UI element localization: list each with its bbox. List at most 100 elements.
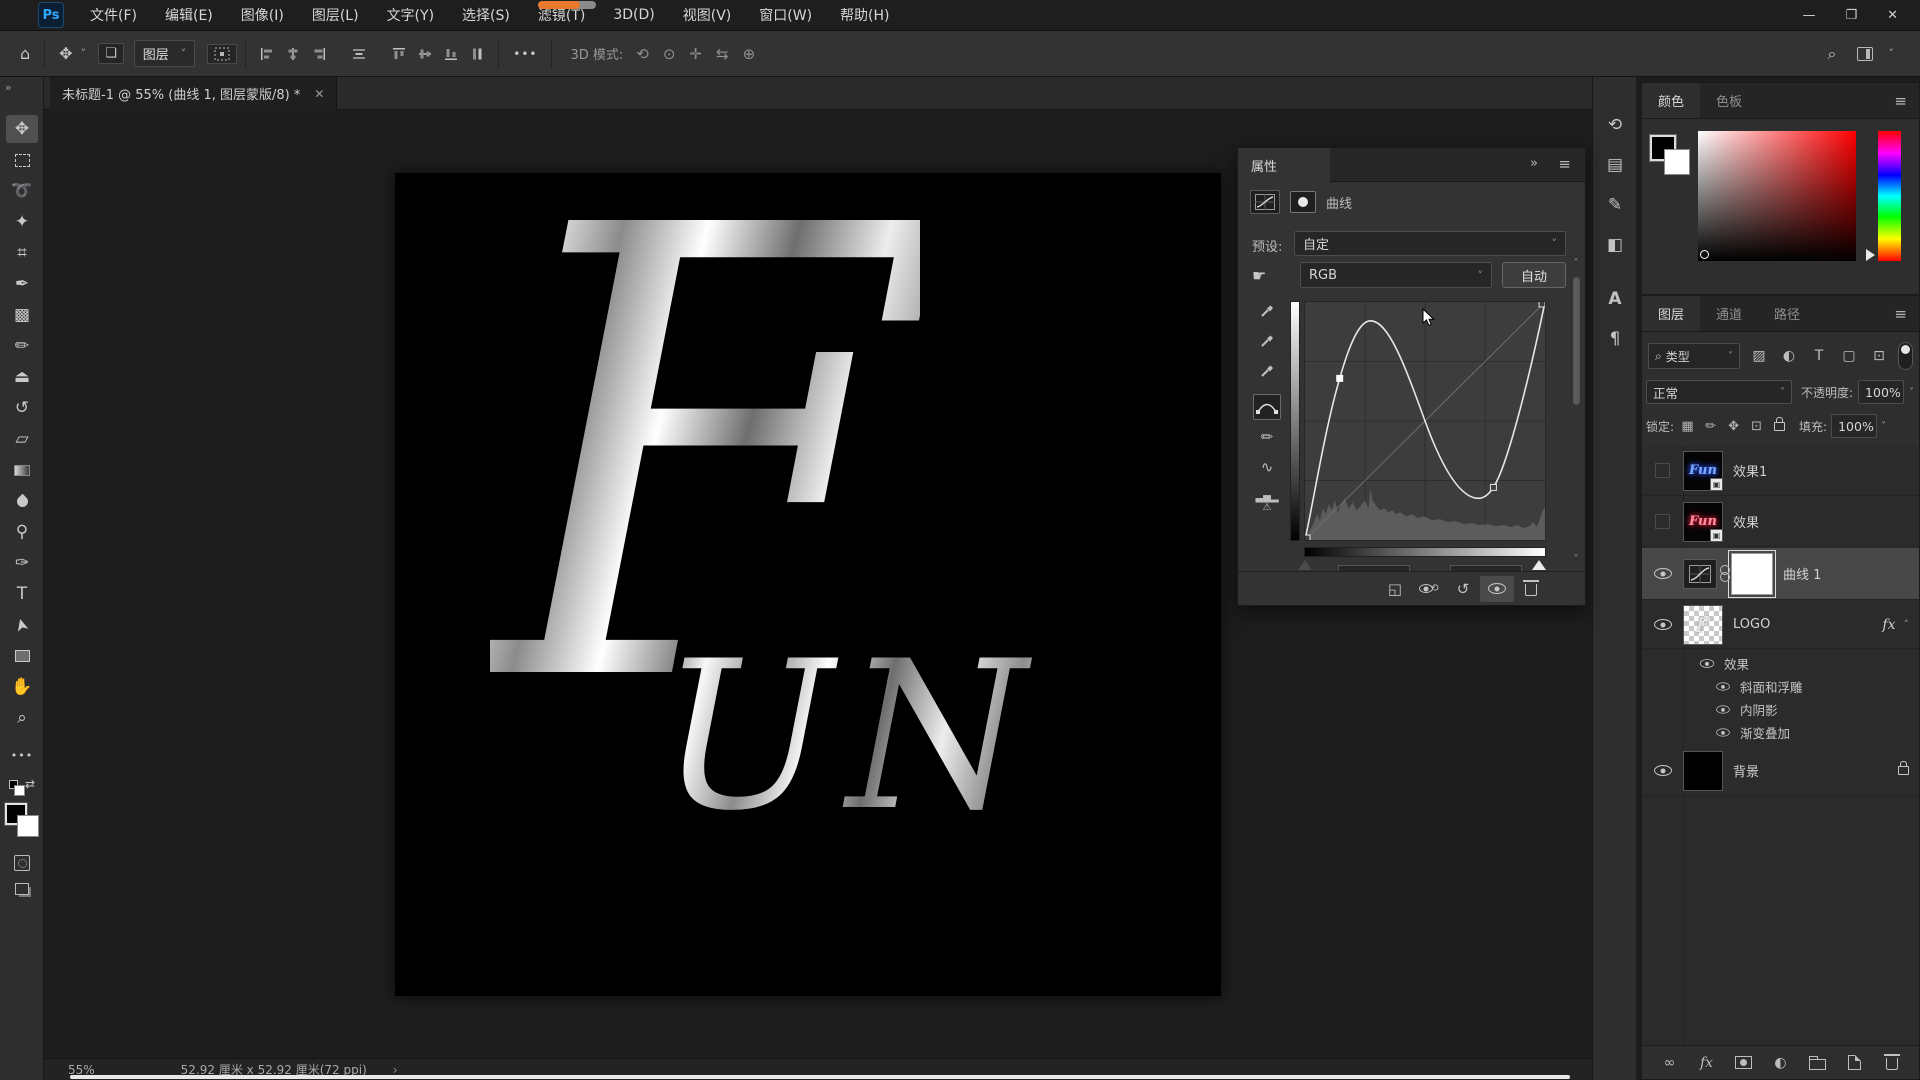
path-selection-tool[interactable]: ➤ — [6, 611, 38, 639]
visibility-eye-icon[interactable] — [1700, 659, 1714, 668]
gray-point-eyedropper-icon[interactable] — [1253, 328, 1281, 354]
add-adjustment-layer-icon[interactable]: ◐ — [1769, 1052, 1793, 1074]
layer-name[interactable]: LOGO — [1733, 617, 1770, 632]
chevron-down-icon[interactable]: ˅ — [1881, 421, 1886, 432]
targeted-adjustment-icon[interactable]: ☛ — [1252, 266, 1266, 285]
document-canvas[interactable]: F UN — [395, 173, 1221, 996]
visibility-eye-icon[interactable] — [1654, 568, 1672, 579]
filter-shape-layers-icon[interactable]: ▢ — [1838, 348, 1860, 364]
curves-graph[interactable] — [1304, 301, 1546, 541]
collapse-effects-icon[interactable]: ˄ — [1904, 618, 1910, 631]
layer-thumbnail[interactable]: Fun ▣ — [1683, 502, 1723, 542]
distribute-horizontal-icon[interactable] — [346, 43, 372, 65]
background-color-swatch[interactable] — [1664, 149, 1690, 175]
auto-select-target-dropdown[interactable]: 图层 ˅ — [134, 40, 196, 67]
align-bottom-icon[interactable] — [438, 43, 464, 65]
preset-dropdown[interactable]: 自定 ˅ — [1294, 231, 1566, 256]
layer-row-curves1-selected[interactable]: 曲线 1 — [1642, 548, 1919, 600]
rectangular-marquee-tool[interactable] — [6, 146, 38, 174]
screen-mode-button[interactable] — [0, 883, 44, 895]
threed-orbit-icon[interactable]: ⟲ — [629, 42, 656, 66]
visibility-toggle-off[interactable] — [1655, 463, 1670, 478]
lasso-tool[interactable]: ➰ — [6, 177, 38, 205]
menu-image[interactable]: 图像(I) — [227, 0, 298, 31]
background-color-swatch[interactable] — [17, 815, 39, 837]
color-picker-marker[interactable] — [1700, 250, 1709, 259]
add-layer-style-icon[interactable]: fx — [1695, 1052, 1719, 1074]
smooth-curve-icon[interactable]: ∿ — [1253, 454, 1281, 480]
fx-badge[interactable]: fx — [1882, 617, 1895, 633]
restore-icon[interactable]: ❐ — [1845, 8, 1857, 23]
layer-row-effect1[interactable]: Fun ▣ 效果1 — [1642, 446, 1919, 496]
shape-tool[interactable] — [6, 642, 38, 670]
highlight-input-slider[interactable] — [1532, 560, 1546, 570]
panel-menu-icon[interactable]: ≡ — [1894, 296, 1919, 331]
align-middle-vertical-icon[interactable] — [412, 43, 438, 65]
draw-curve-pencil-icon[interactable]: ✏ — [1253, 424, 1281, 450]
chevron-down-icon[interactable]: ˅ — [81, 47, 87, 60]
opacity-field[interactable]: 100% — [1858, 380, 1904, 404]
tab-paths[interactable]: 路径 — [1758, 296, 1816, 331]
menu-view[interactable]: 视图(V) — [669, 0, 746, 31]
layer-thumbnail[interactable]: F — [1683, 605, 1723, 645]
menu-help[interactable]: 帮助(H) — [826, 0, 903, 31]
horizontal-scrollbar[interactable] — [70, 1075, 1570, 1079]
zoom-tool[interactable]: ⌕ — [6, 704, 38, 732]
type-tool[interactable]: T — [6, 580, 38, 608]
tab-color[interactable]: 颜色 — [1642, 83, 1700, 118]
menu-3d[interactable]: 3D(D) — [599, 0, 668, 31]
curves-layer-icon[interactable] — [1683, 559, 1717, 589]
blur-tool[interactable] — [6, 487, 38, 515]
paragraph-panel-icon[interactable]: ¶ — [1593, 319, 1637, 359]
minimize-icon[interactable]: — — [1802, 8, 1815, 23]
search-icon[interactable]: ⌕ — [1822, 40, 1843, 68]
scroll-up-icon[interactable]: ˄ — [1574, 258, 1579, 269]
menu-filter[interactable]: 滤镜(T) — [524, 0, 599, 31]
new-group-icon[interactable] — [1806, 1052, 1830, 1074]
align-right-icon[interactable] — [306, 43, 332, 65]
pen-tool[interactable]: ✑ — [6, 549, 38, 577]
auto-select-toggle[interactable]: ❏ — [98, 43, 124, 64]
white-point-eyedropper-icon[interactable] — [1253, 358, 1281, 384]
filter-on-off-toggle[interactable] — [1898, 342, 1913, 370]
layer-name[interactable]: 曲线 1 — [1783, 564, 1821, 583]
more-options-icon[interactable]: ••• — [507, 43, 543, 65]
saturation-brightness-map[interactable] — [1698, 131, 1856, 261]
history-panel-icon[interactable]: ⟲ — [1593, 105, 1637, 145]
tab-channels[interactable]: 通道 — [1700, 296, 1758, 331]
effect-row-inner-shadow[interactable]: 内阴影 — [1642, 698, 1919, 720]
effect-row-gradient-overlay[interactable]: 渐变叠加 — [1642, 721, 1919, 743]
visibility-eye-icon[interactable] — [1716, 728, 1730, 736]
menu-layer[interactable]: 图层(L) — [298, 0, 373, 31]
layer-name[interactable]: 效果1 — [1733, 461, 1767, 480]
crop-tool[interactable]: ⌗ — [6, 239, 38, 267]
delete-adjustment-icon[interactable] — [1514, 576, 1548, 602]
default-and-swap-colors[interactable]: ⇄ — [0, 777, 44, 791]
panel-menu-icon[interactable]: ≡ — [1558, 155, 1571, 173]
magic-wand-tool[interactable]: ✦ — [6, 208, 38, 236]
menu-window[interactable]: 窗口(W) — [745, 0, 826, 31]
filter-type-dropdown[interactable]: ⌕ 类型 ˅ — [1648, 343, 1740, 369]
document-tab[interactable]: 未标题-1 @ 55% (曲线 1, 图层蒙版/8) * ✕ — [50, 77, 337, 110]
filter-adjustment-layers-icon[interactable]: ◐ — [1778, 348, 1800, 364]
auto-button[interactable]: 自动 — [1502, 262, 1566, 288]
adjustments-panel-icon[interactable]: ◧ — [1593, 225, 1637, 265]
tab-properties[interactable]: 属性 — [1238, 148, 1330, 182]
chevron-down-icon[interactable]: ˅ — [1909, 387, 1914, 398]
align-center-horizontal-icon[interactable] — [280, 43, 306, 65]
effect-row-bevel-emboss[interactable]: 斜面和浮雕 — [1642, 675, 1919, 697]
blend-mode-dropdown[interactable]: 正常 ˅ — [1646, 380, 1792, 404]
shadow-input-slider[interactable] — [1298, 560, 1312, 570]
black-point-eyedropper-icon[interactable] — [1253, 298, 1281, 324]
collapse-panel-icon[interactable]: » — [1530, 156, 1537, 171]
layer-row-background[interactable]: 背景 — [1642, 746, 1919, 796]
effects-header-row[interactable]: 效果 — [1642, 652, 1919, 674]
eyedropper-tool[interactable]: ✒ — [6, 270, 38, 298]
foreground-background-swatches[interactable] — [0, 803, 44, 839]
align-left-icon[interactable] — [254, 43, 280, 65]
histogram-warning-icon[interactable]: ▃▅▂ ⚠ — [1253, 490, 1281, 516]
visibility-toggle-off[interactable] — [1655, 514, 1670, 529]
visibility-eye-icon[interactable] — [1654, 765, 1672, 776]
character-panel-icon[interactable]: A — [1593, 279, 1637, 319]
menu-edit[interactable]: 编辑(E) — [151, 0, 227, 31]
